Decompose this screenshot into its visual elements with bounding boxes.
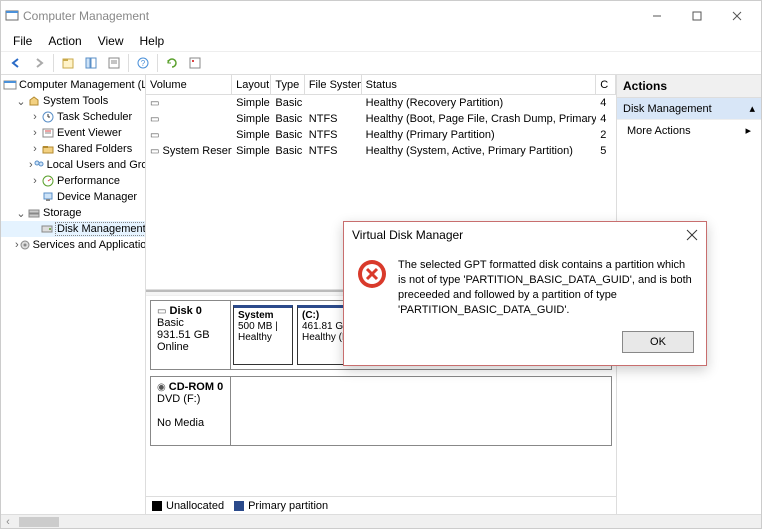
legend-swatch-primary	[234, 501, 244, 511]
tree-localusers[interactable]: ›Local Users and Groups	[1, 157, 145, 173]
cdrom-row[interactable]: ◉ CD-ROM 0 DVD (F:) No Media	[150, 376, 612, 446]
cdrom-icon: ◉	[157, 382, 166, 393]
col-layout[interactable]: Layout	[232, 75, 271, 94]
dialog-close-icon[interactable]	[686, 229, 698, 241]
scroll-left-icon[interactable]: ‹	[1, 516, 15, 528]
legend: Unallocated Primary partition	[146, 496, 616, 514]
volume-header: Volume Layout Type File System Status C	[146, 75, 616, 95]
volume-rows: ▭ SimpleBasicHealthy (Recovery Partition…	[146, 95, 616, 159]
tree-root[interactable]: Computer Management (Local	[1, 77, 145, 93]
up-button[interactable]	[57, 53, 79, 73]
back-button[interactable]	[5, 53, 27, 73]
maximize-button[interactable]	[677, 2, 717, 30]
help-button[interactable]: ?	[132, 53, 154, 73]
volume-row[interactable]: ▭ SimpleBasicNTFSHealthy (Primary Partit…	[146, 127, 616, 143]
error-dialog: Virtual Disk Manager The selected GPT fo…	[343, 221, 707, 366]
tree-performance[interactable]: ›Performance	[1, 173, 145, 189]
col-filesystem[interactable]: File System	[305, 75, 362, 94]
forward-button[interactable]	[28, 53, 50, 73]
toolbar: ?	[1, 51, 761, 75]
tree-eventviewer[interactable]: ›Event Viewer	[1, 125, 145, 141]
menu-file[interactable]: File	[5, 34, 40, 48]
volume-row[interactable]: ▭ SimpleBasicNTFSHealthy (Boot, Page Fil…	[146, 111, 616, 127]
menu-view[interactable]: View	[90, 34, 132, 48]
error-icon	[356, 258, 388, 317]
legend-swatch-unallocated	[152, 501, 162, 511]
refresh-button[interactable]	[161, 53, 183, 73]
properties-button[interactable]	[103, 53, 125, 73]
scroll-thumb[interactable]	[19, 517, 59, 527]
col-volume[interactable]: Volume	[146, 75, 232, 94]
menubar: File Action View Help	[1, 31, 761, 51]
tree-services[interactable]: ›Services and Applications	[1, 237, 145, 253]
tree-systemtools[interactable]: ⌄System Tools	[1, 93, 145, 109]
horizontal-scrollbar[interactable]: ‹	[1, 514, 761, 528]
tree-diskmanagement[interactable]: Disk Management	[1, 221, 145, 237]
dialog-title: Virtual Disk Manager	[352, 228, 463, 242]
window-title: Computer Management	[23, 9, 149, 23]
dialog-message: The selected GPT formatted disk contains…	[398, 258, 694, 317]
navigation-tree[interactable]: Computer Management (Local ⌄System Tools…	[1, 75, 146, 514]
actions-more[interactable]: More Actions ▸	[617, 120, 761, 141]
dialog-titlebar[interactable]: Virtual Disk Manager	[344, 222, 706, 248]
col-type[interactable]: Type	[271, 75, 304, 94]
col-status[interactable]: Status	[362, 75, 597, 94]
menu-action[interactable]: Action	[40, 34, 89, 48]
cdrom-label: ◉ CD-ROM 0 DVD (F:) No Media	[151, 377, 231, 445]
volume-row[interactable]: ▭ SimpleBasicHealthy (Recovery Partition…	[146, 95, 616, 111]
tree-taskscheduler[interactable]: ›Task Scheduler	[1, 109, 145, 125]
tree-sharedfolders[interactable]: ›Shared Folders	[1, 141, 145, 157]
chevron-right-icon: ▸	[745, 124, 751, 137]
actions-subheader[interactable]: Disk Management ▴	[617, 98, 761, 120]
settings-button[interactable]	[184, 53, 206, 73]
svg-text:?: ?	[141, 59, 146, 68]
show-hide-tree-button[interactable]	[80, 53, 102, 73]
col-capacity[interactable]: C	[596, 75, 616, 94]
disk0-label: ▭ Disk 0 Basic 931.51 GB Online	[151, 301, 231, 369]
close-button[interactable]	[717, 2, 757, 30]
minimize-button[interactable]	[637, 2, 677, 30]
actions-header: Actions	[617, 75, 761, 98]
menu-help[interactable]: Help	[132, 34, 173, 48]
volume-icon: ▭	[150, 98, 159, 109]
titlebar: Computer Management	[1, 1, 761, 31]
tree-storage[interactable]: ⌄Storage	[1, 205, 145, 221]
disk-icon: ▭	[157, 306, 166, 317]
ok-button[interactable]: OK	[622, 331, 694, 353]
tree-devicemanager[interactable]: Device Manager	[1, 189, 145, 205]
volume-row[interactable]: ▭ System ReservedSimpleBasicNTFSHealthy …	[146, 143, 616, 159]
app-icon	[5, 9, 19, 23]
volume-icon: ▭	[150, 130, 159, 141]
volume-icon: ▭	[150, 114, 159, 125]
collapse-icon: ▴	[749, 102, 755, 115]
partition-system[interactable]: System 500 MB | Healthy	[233, 305, 293, 365]
volume-icon: ▭	[150, 146, 159, 157]
